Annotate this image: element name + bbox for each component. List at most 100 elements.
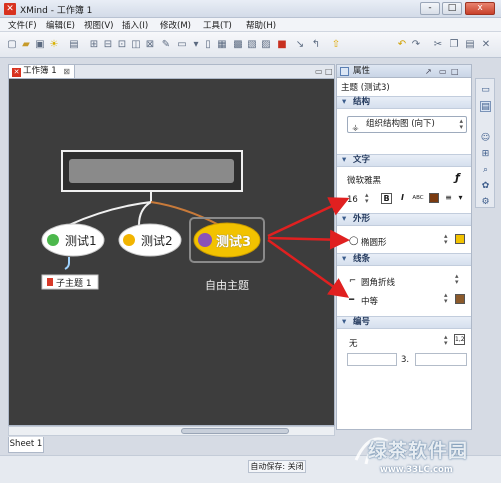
- paste-icon[interactable]: ▤: [464, 39, 476, 51]
- drill-up-icon[interactable]: ↰: [310, 39, 322, 51]
- note-icon[interactable]: ▨: [260, 39, 272, 51]
- numbering-value[interactable]: 无: [349, 337, 358, 349]
- autosave-status[interactable]: 自动保存: 关闭: [248, 460, 306, 473]
- align-icon[interactable]: ≡: [443, 193, 454, 204]
- align-dropdown-icon[interactable]: ▾: [455, 193, 466, 204]
- bold-button[interactable]: B: [381, 193, 392, 204]
- menu-help[interactable]: 帮助(H): [246, 19, 276, 31]
- maximize-button[interactable]: □: [442, 2, 462, 15]
- search-icon[interactable]: ⌕: [480, 165, 491, 176]
- child-topic-label: 子主题 1: [56, 279, 92, 289]
- open-icon[interactable]: ▰: [20, 39, 32, 51]
- menu-bar: 文件(F) 编辑(E) 视图(V) 插入(I) 修改(M) 工具(T) 帮助(H…: [0, 18, 501, 32]
- tab-workbook[interactable]: ✕ 工作簿 1 ⊠: [9, 65, 75, 79]
- redo-icon[interactable]: ↷: [410, 39, 422, 51]
- font-size-value[interactable]: 16: [347, 195, 358, 205]
- section-line[interactable]: 线条: [337, 253, 471, 266]
- mindmap-canvas[interactable]: 测试1 测试2 测试3 子主题 1 自由主题: [8, 78, 335, 426]
- boundary-icon[interactable]: ▯: [202, 39, 214, 51]
- attachment-icon[interactable]: ▧: [246, 39, 258, 51]
- editor-maximize-icon[interactable]: □: [325, 67, 333, 76]
- insert-subtopic-icon[interactable]: ⊟: [102, 39, 114, 51]
- minimize-button[interactable]: -: [420, 2, 440, 15]
- flag-icon: [47, 278, 53, 286]
- central-topic-blurred-text: [69, 159, 234, 183]
- menu-file[interactable]: 文件(F): [8, 19, 37, 31]
- dropdown-icon[interactable]: ▾: [190, 39, 202, 51]
- menu-edit[interactable]: 编辑(E): [46, 19, 75, 31]
- new-icon[interactable]: ▢: [6, 39, 18, 51]
- menu-insert[interactable]: 插入(I): [122, 19, 148, 31]
- undo-icon[interactable]: ↶: [396, 39, 408, 51]
- strikethrough-button[interactable]: ABC: [411, 193, 425, 204]
- callout-icon[interactable]: ▭: [176, 39, 188, 51]
- section-numbering[interactable]: 编号: [337, 316, 471, 329]
- cut-icon[interactable]: ✂: [432, 39, 444, 51]
- print-icon[interactable]: ▤: [68, 39, 80, 51]
- properties-view-icon[interactable]: ▤: [480, 101, 491, 112]
- editor-minimize-icon[interactable]: ▭: [315, 67, 323, 76]
- properties-icon: [340, 67, 349, 76]
- structure-select[interactable]: ⚶ 组织结构图 (向下) ▴ ▾: [347, 116, 467, 133]
- markers-view-icon[interactable]: ☺: [480, 133, 491, 144]
- numbering-spin-icon[interactable]: ▴ ▾: [444, 334, 448, 347]
- ellipse-shape-icon: ◯: [349, 236, 359, 246]
- section-shape[interactable]: 外形: [337, 213, 471, 226]
- numbering-suffix-input[interactable]: [415, 353, 467, 366]
- line-weight-value[interactable]: 中等: [361, 295, 378, 307]
- numbering-options-icon[interactable]: 1,2: [454, 334, 465, 345]
- home-icon[interactable]: ⇧: [330, 39, 342, 51]
- menu-modify[interactable]: 修改(M): [160, 19, 191, 31]
- panel-menu-icon[interactable]: ↗: [425, 65, 432, 78]
- panel-maximize-icon[interactable]: □: [451, 65, 459, 78]
- smile-yellow-icon: [123, 234, 135, 246]
- style-view-icon[interactable]: ✿: [480, 181, 491, 192]
- numbering-prefix-input[interactable]: [347, 353, 397, 366]
- image-icon[interactable]: ▩: [232, 39, 244, 51]
- tab-close-icon[interactable]: ⊠: [63, 65, 70, 78]
- properties-header: 属性 ↗ ▭ □: [336, 64, 472, 78]
- pen-icon[interactable]: ✎: [160, 39, 172, 51]
- copy-icon[interactable]: ❐: [448, 39, 460, 51]
- scroll-thumb[interactable]: [181, 428, 289, 434]
- insert-topic-icon[interactable]: ⊞: [88, 39, 100, 51]
- floating-topic-icon[interactable]: ◫: [130, 39, 142, 51]
- line-weight-spin-icon[interactable]: ▴ ▾: [444, 292, 448, 305]
- delete-icon[interactable]: ✕: [480, 39, 492, 51]
- section-structure[interactable]: 结构: [337, 96, 471, 109]
- bulb-icon[interactable]: ☀: [48, 39, 60, 51]
- menu-view[interactable]: 视图(V): [84, 19, 113, 31]
- font-dialog-icon[interactable]: ƒ: [455, 171, 460, 184]
- font-size-spin-icon[interactable]: ▴ ▾: [365, 192, 369, 205]
- overview-icon[interactable]: ⊞: [480, 149, 491, 160]
- menu-tools[interactable]: 工具(T): [203, 19, 232, 31]
- section-text[interactable]: 文字: [337, 154, 471, 167]
- italic-button[interactable]: I: [397, 193, 408, 204]
- mindmap-svg: [41, 150, 265, 290]
- drill-down-icon[interactable]: ↘: [294, 39, 306, 51]
- insert-parent-icon[interactable]: ⊡: [116, 39, 128, 51]
- line-color-swatch[interactable]: [455, 294, 465, 304]
- extra-view-icon[interactable]: ⚙: [480, 197, 491, 208]
- outline-view-icon[interactable]: ▭: [480, 85, 491, 96]
- panel-minimize-icon[interactable]: ▭: [439, 65, 447, 78]
- structure-value: 组织结构图 (向下): [366, 119, 435, 129]
- relationship-icon[interactable]: ⊠: [144, 39, 156, 51]
- sheet-tab[interactable]: Sheet 1: [8, 437, 44, 453]
- shape-spin-icon[interactable]: ▴ ▾: [444, 233, 448, 246]
- horizontal-scrollbar[interactable]: [8, 426, 335, 436]
- text-color-swatch[interactable]: [429, 193, 439, 203]
- stop-icon[interactable]: ■: [276, 39, 288, 51]
- toolbar: ▢ ▰ ▣ ☀ ▤ ⊞ ⊟ ⊡ ◫ ⊠ ✎ ▭ ▾ ▯ ▦ ▩ ▧ ▨ ■ ↘ …: [0, 32, 501, 58]
- line-style-spin-icon[interactable]: ▴ ▾: [455, 273, 459, 286]
- close-button[interactable]: x: [465, 2, 495, 15]
- fill-color-swatch[interactable]: [455, 234, 465, 244]
- floating-topic-label[interactable]: 自由主题: [205, 277, 249, 293]
- font-family-value[interactable]: 微软雅黑: [347, 174, 381, 186]
- line-style-value[interactable]: 圆角折线: [361, 276, 395, 288]
- shape-value[interactable]: 椭圆形: [361, 236, 387, 248]
- subtopic-3-label: 测试3: [216, 235, 252, 250]
- summary-icon[interactable]: ▦: [216, 39, 228, 51]
- save-icon[interactable]: ▣: [34, 39, 46, 51]
- line-weight-icon: ━: [349, 295, 355, 305]
